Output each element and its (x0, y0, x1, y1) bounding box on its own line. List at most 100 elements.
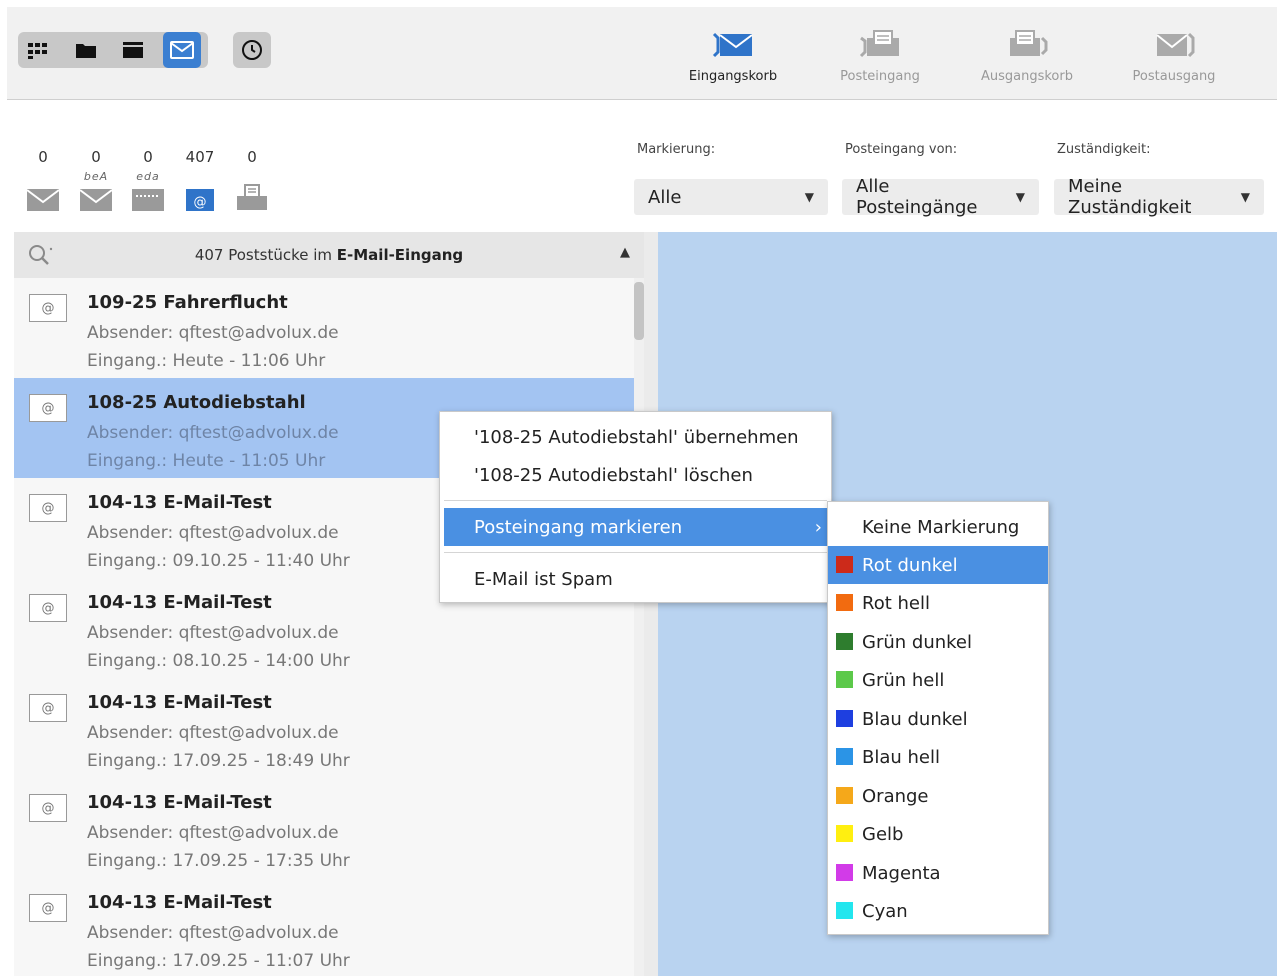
email-at-icon: @ (29, 494, 67, 522)
counter-eda[interactable]: 0 eda (128, 148, 168, 212)
outgoing-mail-icon (1114, 27, 1234, 63)
item-title: 104-13 E-Mail-Test (87, 492, 272, 513)
list-scrollbar[interactable] (634, 278, 644, 976)
folder-view-button[interactable] (67, 32, 105, 68)
list-item[interactable]: @ 109-25 Fahrerflucht Absender: qftest@a… (14, 278, 634, 378)
item-sender: Absender: qftest@advolux.de (87, 323, 339, 343)
item-title: 104-13 E-Mail-Test (87, 892, 272, 913)
marker-orange[interactable]: Orange (828, 777, 1048, 815)
tray-label: Posteingang (840, 69, 920, 84)
marker-label: Orange (862, 785, 929, 807)
mail-view-button[interactable] (163, 32, 201, 68)
inbox-tray-icon (673, 27, 793, 63)
counter-value: 0 (143, 148, 153, 166)
menu-item-spam[interactable]: E-Mail ist Spam (440, 560, 831, 598)
tray-eingangskorb[interactable]: Eingangskorb (673, 27, 793, 91)
envelope-icon (23, 182, 63, 212)
color-swatch (836, 825, 853, 842)
counter-sub: eda (136, 170, 160, 183)
svg-text:@: @ (194, 195, 207, 210)
item-date: Eingang.: Heute - 11:06 Uhr (87, 351, 326, 371)
email-at-icon: @ (29, 694, 67, 722)
marker-label: Blau dunkel (862, 708, 968, 730)
select-value: Meine Zuständigkeit (1068, 176, 1192, 218)
email-at-icon: @ (180, 182, 220, 212)
tray-label: Ausgangskorb (980, 69, 1073, 84)
marker-label: Cyan (862, 900, 908, 922)
splitter[interactable] (644, 232, 658, 976)
tray-posteingang[interactable]: Posteingang (820, 27, 940, 91)
item-date: Eingang.: 08.10.25 - 14:00 Uhr (87, 651, 350, 671)
counter-sub: beA (83, 170, 109, 183)
menu-separator (444, 552, 827, 553)
menu-item-uebernehmen[interactable]: '108-25 Autodiebstahl' übernehmen (440, 418, 831, 456)
select-value: Alle (648, 186, 682, 208)
item-date: Eingang.: 17.09.25 - 17:35 Uhr (87, 851, 350, 871)
tray-ausgangskorb[interactable]: Ausgangskorb (967, 27, 1087, 91)
marker-label: Grün dunkel (862, 631, 972, 653)
item-sender: Absender: qftest@advolux.de (87, 523, 339, 543)
email-at-icon: @ (29, 794, 67, 822)
marker-none[interactable]: Keine Markierung (828, 508, 1048, 546)
top-toolbar: Eingangskorb Posteingang Ausgangskorb Po… (7, 7, 1277, 100)
counter-email[interactable]: 407 @ (180, 148, 220, 212)
item-date: Eingang.: Heute - 11:05 Uhr (87, 451, 326, 471)
marker-gruen-dunkel[interactable]: Grün dunkel (828, 623, 1048, 661)
email-at-icon: @ (29, 594, 67, 622)
grid-icon (28, 43, 47, 59)
menu-item-markieren[interactable]: Posteingang markieren › (444, 508, 830, 546)
marker-magenta[interactable]: Magenta (828, 854, 1048, 892)
item-date: Eingang.: 09.10.25 - 11:40 Uhr (87, 551, 350, 571)
marker-gruen-hell[interactable]: Grün hell (828, 661, 1048, 699)
bea-envelope-icon (76, 182, 116, 212)
markierung-label: Markierung: (637, 142, 716, 157)
marker-blau-dunkel[interactable]: Blau dunkel (828, 700, 1048, 738)
list-item[interactable]: @ 104-13 E-Mail-Test Absender: qftest@ad… (14, 778, 634, 878)
tray-label: Eingangskorb (688, 69, 778, 84)
list-header: 407 Poststücke im E-Mail-Eingang ▲ (14, 232, 644, 278)
marker-rot-dunkel[interactable]: Rot dunkel (828, 546, 1048, 584)
scrollbar-thumb[interactable] (634, 282, 644, 340)
folder-icon (76, 44, 96, 58)
color-swatch (836, 633, 853, 650)
select-value: Alle Posteingänge (856, 176, 978, 218)
list-item[interactable]: @ 104-13 E-Mail-Test Absender: qftest@ad… (14, 678, 634, 778)
marker-label: Rot hell (862, 592, 930, 614)
counter-bea[interactable]: 0 beA (76, 148, 116, 212)
item-sender: Absender: qftest@advolux.de (87, 623, 339, 643)
marker-label: Blau hell (862, 746, 940, 768)
chevron-right-icon: › (814, 516, 822, 538)
item-title: 108-25 Autodiebstahl (87, 392, 306, 413)
outbox-tray-icon (967, 27, 1087, 63)
list-count-text: 407 Poststücke im E-Mail-Eingang (194, 246, 464, 264)
zustaendigkeit-select[interactable]: Meine Zuständigkeit ▼ (1054, 176, 1264, 218)
menu-item-label: Posteingang markieren (474, 516, 683, 538)
counter-fax[interactable]: 0 (232, 148, 272, 212)
list-icon (123, 42, 143, 58)
marker-gelb[interactable]: Gelb (828, 815, 1048, 853)
counter-post[interactable]: 0 (23, 148, 63, 212)
email-at-icon: @ (29, 394, 67, 422)
color-swatch (836, 787, 853, 804)
list-view-button[interactable] (114, 32, 152, 68)
posteingang-von-label: Posteingang von: (845, 142, 958, 157)
color-swatch (836, 556, 853, 573)
list-item[interactable]: @ 104-13 E-Mail-Test Absender: qftest@ad… (14, 878, 634, 976)
grid-view-button[interactable] (20, 32, 58, 68)
dropdown-arrow-icon: ▼ (1240, 190, 1250, 204)
menu-item-loeschen[interactable]: '108-25 Autodiebstahl' löschen (440, 456, 831, 494)
history-button[interactable] (233, 32, 271, 68)
marker-rot-hell[interactable]: Rot hell (828, 584, 1048, 622)
markierung-select[interactable]: Alle ▼ (634, 179, 828, 215)
posteingang-von-select[interactable]: Alle Posteingänge ▼ (842, 176, 1039, 218)
counter-value: 0 (247, 148, 257, 166)
marker-blau-hell[interactable]: Blau hell (828, 738, 1048, 776)
item-title: 104-13 E-Mail-Test (87, 592, 272, 613)
counter-sub (23, 170, 63, 182)
counter-value: 0 (38, 148, 48, 166)
marker-cyan[interactable]: Cyan (828, 892, 1048, 930)
tray-postausgang[interactable]: Postausgang (1114, 27, 1234, 91)
envelope-icon (170, 41, 194, 59)
collapse-caret-icon[interactable]: ▲ (620, 245, 630, 260)
zustaendigkeit-label: Zuständigkeit: (1057, 142, 1151, 157)
